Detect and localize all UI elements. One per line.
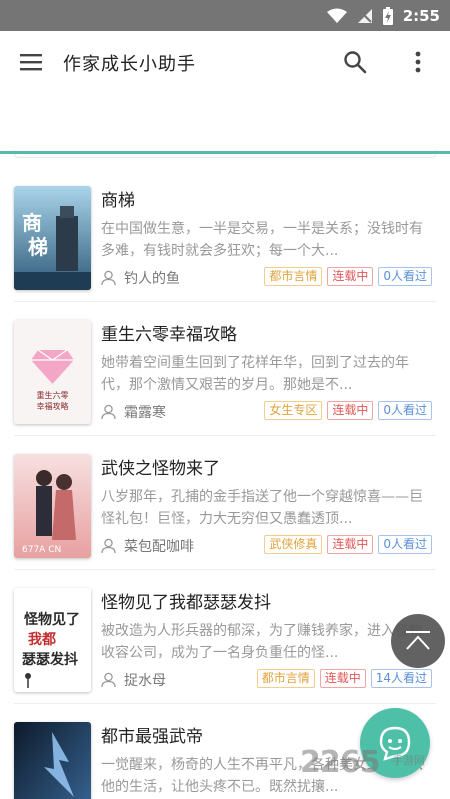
svg-text:我都: 我都 (28, 632, 56, 648)
list-item[interactable]: 怪物见了 我都 瑟瑟发抖 怪物见了我都瑟瑟发抖 被改造为人形兵器的郁深，为了赚钱… (0, 570, 450, 704)
tag-group: 武侠修真 连载中 0人看过 (264, 535, 432, 554)
person-icon (101, 672, 116, 688)
person-icon (101, 538, 116, 554)
menu-icon[interactable] (18, 50, 44, 74)
svg-text:677A CN: 677A CN (22, 545, 61, 555)
views-tag: 0人看过 (378, 401, 432, 420)
book-title: 重生六零幸福攻略 (101, 325, 237, 345)
header-blank-area (0, 93, 450, 153)
author-row: 捉水母 (101, 670, 166, 690)
search-icon[interactable] (342, 49, 368, 75)
author-row: 钓人的鱼 (101, 268, 180, 288)
page-title: 作家成长小助手 (63, 54, 196, 75)
status-tag: 连载中 (327, 401, 374, 420)
svg-text:梯: 梯 (28, 235, 48, 259)
wifi-icon (326, 8, 347, 24)
status-tag: 连载中 (327, 535, 374, 554)
book-description: 她带着空间重生回到了花样年华，回到了过去的年代，那个激情又艰苦的岁月。那她是不.… (101, 355, 409, 393)
list-item[interactable]: 677A CN 武侠之怪物来了 八岁那年，孔捕的金手指送了他一个穿越惊喜——巨怪… (0, 436, 450, 570)
author-name: 菜包配咖啡 (124, 539, 194, 555)
person-icon (101, 404, 116, 420)
status-tag: 连载中 (327, 267, 374, 286)
arrow-up-icon (406, 631, 430, 650)
svg-text:怪物见了: 怪物见了 (24, 611, 80, 628)
views-tag: 0人看过 (378, 535, 432, 554)
list-item[interactable]: 商 梯 商梯 在中国做生意，一半是交易，一半是关系；没钱时有多难，有钱时就会多狂… (0, 168, 450, 302)
book-description: 被改造为人形兵器的郁深，为了赚钱养家，进入怪物收容公司，成为了一名身负重任的怪.… (101, 623, 423, 661)
book-cover: 怪物见了 我都 瑟瑟发抖 (14, 588, 91, 692)
book-title: 商梯 (101, 191, 135, 211)
battery-icon (382, 6, 393, 25)
book-cover: 商 梯 (14, 186, 91, 290)
book-description: 八岁那年，孔捕的金手指送了他一个穿越惊喜——巨怪礼包！巨怪，力大无穷但又愚蠢透顶… (101, 489, 423, 527)
accent-divider (0, 151, 450, 154)
watermark-sub: 手游网 (392, 754, 425, 767)
book-cover: 最强武帝 (14, 722, 91, 799)
book-title: 怪物见了我都瑟瑟发抖 (101, 593, 271, 613)
back-to-top-button[interactable] (391, 614, 445, 668)
watermark: 2265 (300, 745, 380, 780)
svg-text:重生六零: 重生六零 (37, 390, 69, 400)
signal-icon (357, 8, 373, 24)
svg-text:商: 商 (22, 211, 42, 235)
svg-text:幸福攻略: 幸福攻略 (37, 401, 69, 411)
book-cover: 重生六零 幸福攻略 (14, 320, 91, 424)
status-time: 2:55 (402, 6, 440, 25)
svg-text:瑟瑟发抖: 瑟瑟发抖 (22, 651, 78, 668)
book-title: 武侠之怪物来了 (101, 459, 220, 479)
category-tag: 女生专区 (264, 401, 323, 420)
list-item[interactable]: 重生六零 幸福攻略 重生六零幸福攻略 她带着空间重生回到了花样年华，回到了过去的… (0, 302, 450, 436)
tag-group: 都市言情 连载中 0人看过 (264, 267, 432, 286)
tag-group: 女生专区 连载中 0人看过 (264, 401, 432, 420)
book-cover: 677A CN (14, 454, 91, 558)
author-row: 菜包配咖啡 (101, 536, 194, 556)
author-row: 霜露寒 (101, 402, 166, 422)
views-tag: 14人看过 (370, 669, 432, 688)
author-name: 钓人的鱼 (124, 271, 180, 287)
status-bar: 2:55 (0, 0, 450, 31)
book-description: 在中国做生意，一半是交易，一半是关系；没钱时有多难，有钱时就会多狂欢；每一个大.… (101, 221, 423, 259)
category-tag: 都市言情 (264, 267, 323, 286)
author-name: 捉水母 (124, 673, 166, 689)
category-tag: 武侠修真 (264, 535, 323, 554)
more-vert-icon[interactable] (408, 49, 428, 75)
category-tag: 都市言情 (256, 669, 315, 688)
author-name: 霜露寒 (124, 405, 166, 421)
status-tag: 连载中 (319, 669, 366, 688)
book-title: 都市最强武帝 (101, 727, 203, 747)
views-tag: 0人看过 (378, 267, 432, 286)
person-icon (101, 270, 116, 286)
tag-group: 都市言情 连载中 14人看过 (256, 669, 432, 688)
app-bar: 作家成长小助手 (0, 31, 450, 93)
